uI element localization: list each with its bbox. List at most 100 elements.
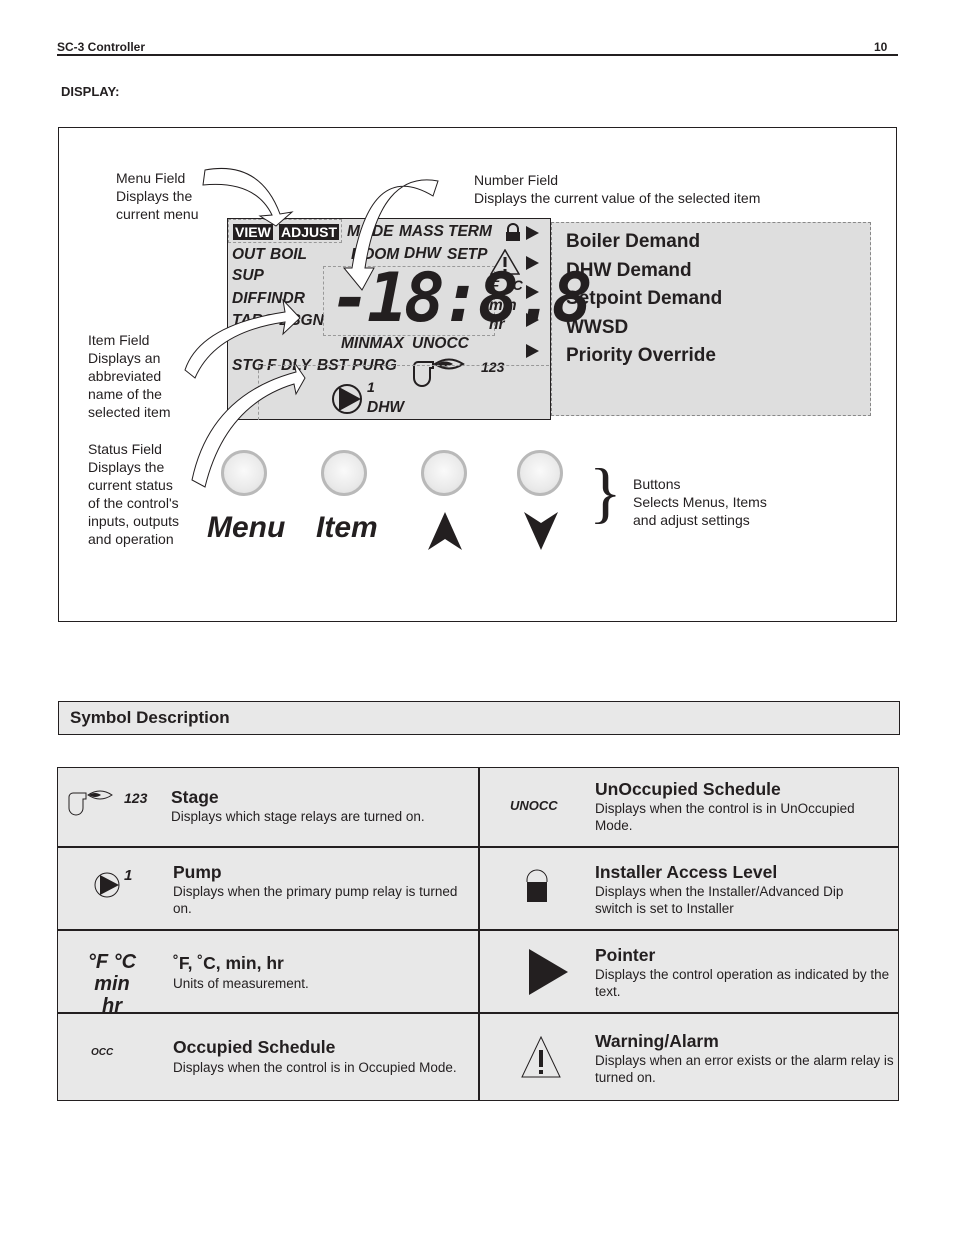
stage-icon-text: 123: [124, 790, 148, 806]
callout-title: Menu Field: [116, 170, 186, 186]
up-arrow-icon: [428, 512, 462, 550]
pump-icon: [94, 872, 120, 898]
buttons-callout: Buttons Selects Menus, Items and adjust …: [633, 475, 767, 529]
header-rule: [57, 54, 898, 56]
lcd-unit-min: min: [489, 297, 517, 314]
callout-line: Displays the current value of the select…: [474, 190, 761, 206]
menu-button-label: Menu: [207, 511, 286, 544]
symbol-desc: Units of measurement.: [173, 976, 309, 991]
lcd-mass: MASS: [399, 223, 444, 240]
page-number: 10: [874, 40, 888, 54]
number-field: -18:8.8: [323, 261, 593, 337]
callout-line: current menu: [116, 206, 199, 222]
lcd-pump-number: 1: [367, 379, 375, 395]
lcd-dsgn: DSGN: [279, 312, 324, 329]
symbol-desc: Displays when the primary pump relay is …: [173, 884, 458, 916]
item-field-callout: Item Field Displays an abbreviated name …: [88, 331, 170, 421]
occ-icon: OCC: [91, 1042, 114, 1058]
callout-title: Number Field: [474, 172, 559, 188]
symbol-desc: Displays when the Installer/Advanced Dip…: [595, 884, 844, 916]
warning-icon: [521, 1036, 561, 1078]
menu-button[interactable]: [221, 450, 267, 496]
lcd-unit-hr: hr: [489, 316, 505, 333]
callout-line: inputs, outputs: [88, 513, 180, 529]
document-title: SC-3 Controller: [57, 40, 146, 54]
buttons-brace: }: [589, 454, 622, 530]
menu-adjust: ADJUST: [279, 224, 340, 240]
symbol-row-warning: Warning/Alarm Displays when an error exi…: [479, 1014, 899, 1100]
pointer-icon-1: [526, 226, 539, 240]
menu-view: VIEW: [233, 224, 273, 240]
symbol-title: Stage: [171, 787, 219, 807]
up-button[interactable]: [421, 450, 467, 496]
pointer-icon-5: [526, 344, 539, 358]
lcd-diff: DIFF: [232, 290, 267, 307]
status-field-callout: Status Field Displays the current status…: [88, 440, 179, 548]
lcd-unit-c: °C: [507, 277, 523, 293]
callout-line: abbreviated: [88, 368, 162, 384]
pump-icon-number: 1: [124, 867, 133, 884]
pointer-icon: [529, 949, 568, 995]
callout-title: Buttons: [633, 476, 681, 492]
callout-line: selected item: [88, 404, 171, 420]
callout-line: Displays the: [116, 188, 193, 204]
stage-icon: [68, 790, 113, 816]
symbol-row-stage: 123 Stage Displays which stage relays ar…: [58, 768, 478, 846]
pointer-label-wwsd: WWSD: [566, 316, 629, 338]
callout-line: Selects Menus, Items: [633, 494, 767, 510]
symbol-row-units: °F °C min hr ˚F, ˚C, min, hr Units of me…: [58, 931, 478, 1017]
number-field-callout: Number Field Displays the current value …: [474, 171, 760, 207]
pointer-icon-2: [526, 256, 539, 270]
pointer-label-boiler-demand: Boiler Demand: [566, 231, 701, 252]
item-button-label: Item: [316, 511, 378, 544]
warning-icon: [490, 249, 520, 275]
callout-line: Displays the: [88, 459, 165, 475]
symbol-desc: Displays when the control is in Occupied…: [173, 1060, 457, 1075]
symbol-row-occupied: OCC Occupied Schedule Displays when the …: [58, 1014, 478, 1100]
pointer-label-setpoint-demand: Setpoint Demand: [566, 288, 723, 309]
lcd-boil: BOIL: [270, 246, 308, 263]
down-button[interactable]: [517, 450, 563, 496]
symbol-desc: Displays which stage relays are turned o…: [171, 809, 425, 824]
lcd-indr: INDR: [267, 290, 305, 307]
symbol-description-header: Symbol Description: [58, 701, 900, 735]
pointer-labels-box: Boiler Demand DHW Demand Setpoint Demand…: [551, 222, 871, 416]
lcd-minmax: MINMAX: [341, 335, 404, 352]
callout-line: Displays an: [88, 350, 161, 366]
symbol-title: ˚F, ˚C, min, hr: [173, 953, 284, 973]
symbol-desc: Displays when an error exists or the ala…: [595, 1053, 894, 1085]
pointer-label-priority-override: Priority Override: [566, 345, 716, 366]
lcd-out: OUT: [232, 246, 265, 263]
symbol-title: Pointer: [595, 945, 656, 965]
symbol-row-pump: 1 Pump Displays when the primary pump re…: [58, 848, 478, 929]
symbol-title: UnOccupied Schedule: [595, 779, 781, 799]
symbol-row-pointer: Pointer Displays the control operation a…: [479, 931, 899, 1012]
symbol-row-installer-access: Installer Access Level Displays when the…: [479, 848, 899, 929]
pointer-icon-4: [526, 313, 539, 327]
callout-title: Item Field: [88, 332, 150, 348]
callout-title: Status Field: [88, 441, 162, 457]
lcd-unocc: UNOCC: [412, 335, 469, 352]
lcd-targ: TARG: [232, 312, 275, 329]
callout-line: name of the: [88, 386, 162, 402]
pointer-label-dhw-demand: DHW Demand: [566, 259, 692, 281]
symbol-title: Installer Access Level: [595, 862, 778, 882]
lcd-pump-dhw: DHW: [367, 399, 405, 416]
callout-line: of the control's: [88, 495, 179, 511]
item-button[interactable]: [321, 450, 367, 496]
lock-icon: [526, 869, 548, 902]
down-arrow-icon: [524, 512, 558, 550]
callout-line: and operation: [88, 531, 174, 547]
lcd-digits: -18:8.8: [330, 259, 593, 338]
symbol-title: Pump: [173, 862, 222, 882]
section-title: DISPLAY:: [61, 84, 120, 99]
units-icon: °F °C min hr: [82, 951, 142, 1017]
symbol-title: Occupied Schedule: [173, 1037, 336, 1057]
callout-line: and adjust settings: [633, 512, 750, 528]
lcd-display: VIEW ADJUST MODE MASS TERM OUT BOIL ROOM…: [227, 218, 593, 420]
symbol-desc: Displays the control operation as indica…: [595, 967, 890, 999]
lcd-sup: SUP: [232, 267, 264, 284]
lock-icon: [506, 223, 520, 241]
units-icon-line2: min hr: [94, 973, 130, 1017]
symbol-title: Warning/Alarm: [595, 1031, 719, 1051]
